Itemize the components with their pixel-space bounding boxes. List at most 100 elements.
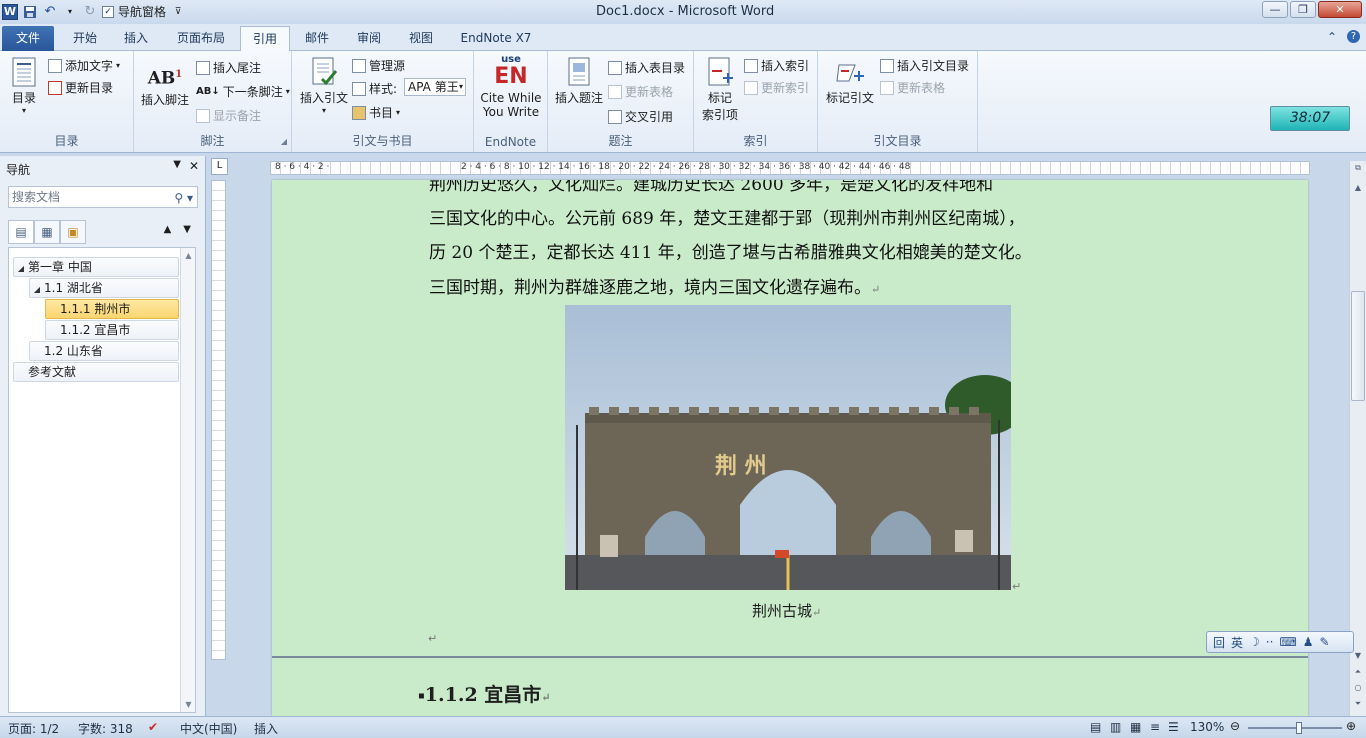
insert-endnote-button[interactable]: 插入尾注 bbox=[196, 59, 261, 76]
mark-citation-button[interactable]: 标记引文 bbox=[822, 59, 878, 106]
update-index-button[interactable]: 更新索引 bbox=[744, 79, 809, 96]
timer-widget[interactable]: 38:07 bbox=[1270, 106, 1350, 131]
tree-node[interactable]: ◢ 第一章 中国 bbox=[13, 257, 179, 277]
tab-home[interactable]: 开始 bbox=[62, 26, 108, 51]
zoom-out-icon[interactable]: ⊖ bbox=[1230, 719, 1240, 733]
search-document-input[interactable]: 搜索文档 ⚲ ▾ bbox=[8, 186, 198, 208]
nav-scrollbar[interactable]: ▲ ▼ bbox=[180, 248, 195, 712]
group-toc-label: 目录 bbox=[54, 134, 79, 148]
tab-selector-button[interactable]: L bbox=[211, 158, 228, 175]
ime-moon-icon[interactable]: ☽ bbox=[1249, 635, 1260, 649]
nav-pane-close-icon[interactable]: ✕ bbox=[189, 159, 199, 173]
tab-page-layout[interactable]: 页面布局 bbox=[168, 26, 234, 51]
ime-keyboard-icon[interactable]: ⌨ bbox=[1279, 635, 1296, 649]
undo-dropdown-icon[interactable]: ▾ bbox=[62, 4, 78, 20]
next-heading-icon[interactable]: ▼ bbox=[183, 224, 191, 235]
tab-results-view-icon[interactable]: ▣ bbox=[60, 220, 86, 244]
tab-references[interactable]: 引用 bbox=[240, 26, 290, 52]
minimize-button[interactable]: — bbox=[1262, 1, 1288, 18]
tab-view[interactable]: 视图 bbox=[400, 26, 442, 51]
outline-view-icon[interactable]: ≡ bbox=[1150, 720, 1160, 734]
nav-pane-options-icon[interactable]: ▼ bbox=[173, 159, 181, 173]
footnote-dialog-launcher-icon[interactable]: ◢ bbox=[281, 137, 287, 146]
tree-node[interactable]: ◢ 1.1 湖北省 bbox=[29, 278, 179, 298]
ime-user-icon[interactable]: ♟ bbox=[1303, 635, 1314, 649]
scroll-down-icon[interactable]: ▼ bbox=[181, 697, 196, 712]
tree-node[interactable]: 参考文献 bbox=[13, 362, 179, 382]
next-page-icon[interactable]: ⏷ bbox=[1350, 699, 1366, 709]
tab-review[interactable]: 审阅 bbox=[348, 26, 390, 51]
add-text-button[interactable]: 添加文字 ▾ bbox=[48, 57, 120, 74]
zoom-level[interactable]: 130% bbox=[1190, 720, 1224, 734]
zoom-slider[interactable]: ⊖ ⊕ bbox=[1230, 719, 1360, 736]
minimize-ribbon-icon[interactable]: ⌃ bbox=[1327, 30, 1337, 44]
ime-logo-icon[interactable]: 回 bbox=[1213, 634, 1225, 651]
scroll-up-icon[interactable]: ▲ bbox=[181, 248, 196, 263]
search-icon[interactable]: ⚲ ▾ bbox=[174, 188, 193, 208]
next-footnote-button[interactable]: AB↓ 下一条脚注 ▾ bbox=[196, 83, 290, 100]
insert-footnote-button[interactable]: AB1 插入脚注 bbox=[140, 61, 190, 108]
document-page[interactable]: 荆州历史悠久，文化灿烂。建城历史长达 2600 多年，是楚文化的发祥地和 三国文… bbox=[272, 180, 1308, 716]
update-table-button[interactable]: 更新表格 bbox=[608, 83, 673, 100]
browse-object-icon[interactable]: ○ bbox=[1350, 683, 1366, 692]
save-icon[interactable] bbox=[22, 4, 38, 20]
language-indicator[interactable]: 中文(中国) bbox=[180, 720, 237, 737]
redo-icon[interactable]: ↻ bbox=[82, 4, 98, 20]
toc-button[interactable]: 目录 ▾ bbox=[6, 57, 42, 115]
draft-view-icon[interactable]: ☰ bbox=[1168, 720, 1179, 734]
jingzhou-gate-photo[interactable]: 荆 州 bbox=[565, 305, 1011, 590]
show-notes-button[interactable]: 显示备注 bbox=[196, 107, 261, 124]
horizontal-ruler[interactable]: 8 · 6 · 4 · 2 · 2 · 4 · 6 · 8 · 10 · 12 … bbox=[270, 161, 1310, 175]
bibliography-button[interactable]: 书目 ▾ bbox=[352, 104, 400, 121]
insert-mode[interactable]: 插入 bbox=[254, 720, 278, 737]
update-toa-button[interactable]: 更新表格 bbox=[880, 79, 945, 96]
proofing-icon[interactable]: ✔ bbox=[148, 720, 158, 734]
tab-endnote[interactable]: EndNote X7 bbox=[452, 26, 540, 51]
word-logo-icon[interactable]: W bbox=[2, 3, 18, 20]
close-button[interactable]: ✕ bbox=[1318, 1, 1362, 18]
zoom-in-icon[interactable]: ⊕ bbox=[1346, 719, 1356, 733]
insert-toa-button[interactable]: 插入引文目录 bbox=[880, 57, 969, 74]
nav-pane-checkbox[interactable]: ✓ bbox=[102, 5, 114, 18]
previous-page-icon[interactable]: ⏶ bbox=[1350, 667, 1366, 677]
restore-button[interactable]: ❐ bbox=[1290, 1, 1316, 18]
tab-headings-view-icon[interactable]: ▤ bbox=[8, 220, 34, 244]
word-count[interactable]: 字数: 318 bbox=[78, 720, 133, 737]
citation-style-select[interactable]: APA 第王 ▾ bbox=[404, 78, 466, 96]
ime-language[interactable]: 英 bbox=[1231, 634, 1243, 651]
ime-wrench-icon[interactable]: ✎ bbox=[1320, 635, 1330, 649]
help-icon[interactable]: ? bbox=[1347, 30, 1360, 43]
tree-node[interactable]: 1.2 山东省 bbox=[29, 341, 179, 361]
manage-sources-button[interactable]: 管理源 bbox=[352, 57, 405, 74]
undo-icon[interactable]: ↶ bbox=[42, 4, 58, 20]
customize-qat-icon[interactable]: ⊽ bbox=[170, 4, 186, 20]
update-toc-button[interactable]: 更新目录 bbox=[48, 79, 113, 96]
cross-reference-button[interactable]: 交叉引用 bbox=[608, 108, 673, 125]
insert-index-button[interactable]: 插入索引 bbox=[744, 57, 809, 74]
page-count[interactable]: 页面: 1/2 bbox=[8, 720, 59, 737]
scroll-up-icon[interactable]: ▲ bbox=[1350, 183, 1366, 192]
mark-entry-button[interactable]: 标记 索引项 bbox=[698, 57, 742, 123]
tab-file[interactable]: 文件 bbox=[2, 26, 54, 51]
full-screen-reading-icon[interactable]: ▥ bbox=[1110, 720, 1121, 734]
ruler-toggle-icon[interactable]: ⧉ bbox=[1350, 163, 1366, 173]
previous-heading-icon[interactable]: ▲ bbox=[164, 224, 172, 235]
print-layout-icon[interactable]: ▤ bbox=[1090, 720, 1101, 734]
scroll-thumb[interactable] bbox=[1351, 291, 1365, 401]
vertical-ruler[interactable] bbox=[211, 180, 226, 660]
zoom-thumb[interactable] bbox=[1296, 722, 1302, 734]
collapse-triangle-icon[interactable]: ◢ bbox=[30, 280, 44, 299]
insert-caption-button[interactable]: 插入题注 bbox=[552, 57, 606, 106]
collapse-triangle-icon[interactable]: ◢ bbox=[14, 259, 28, 278]
update-toc-label: 更新目录 bbox=[65, 81, 114, 95]
ime-punct-icon[interactable]: ·· bbox=[1266, 635, 1274, 649]
tab-insert[interactable]: 插入 bbox=[114, 26, 158, 51]
tab-pages-view-icon[interactable]: ▦ bbox=[34, 220, 60, 244]
insert-citation-button[interactable]: 插入引文 ▾ bbox=[296, 57, 352, 115]
web-layout-icon[interactable]: ▦ bbox=[1130, 720, 1141, 734]
insert-table-of-figures-button[interactable]: 插入表目录 bbox=[608, 59, 685, 76]
tree-node-selected[interactable]: 1.1.1 荆州市 bbox=[45, 299, 179, 319]
tree-node[interactable]: 1.1.2 宜昌市 bbox=[45, 320, 179, 340]
tab-mailings[interactable]: 邮件 bbox=[296, 26, 338, 51]
cite-while-you-write-button[interactable]: use EN Cite While You Write bbox=[478, 55, 544, 120]
